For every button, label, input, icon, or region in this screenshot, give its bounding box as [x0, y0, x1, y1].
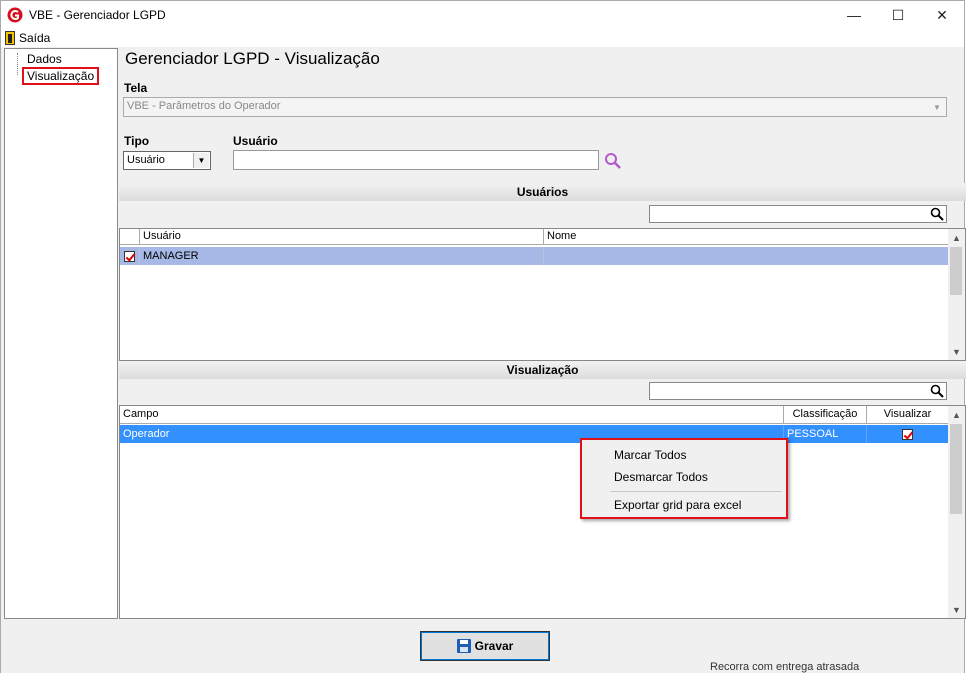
scroll-down-icon[interactable]: ▼ [948, 343, 965, 360]
column-header-visualizar[interactable]: Visualizar [867, 406, 949, 424]
row-select-cell[interactable] [120, 247, 140, 265]
scroll-up-icon[interactable]: ▲ [948, 406, 965, 423]
visualizacao-section-header: Visualização [119, 361, 966, 379]
scroll-up-icon[interactable]: ▲ [948, 229, 965, 246]
save-floppy-icon [456, 639, 471, 653]
cell-nome [544, 247, 949, 265]
visualizacao-scrollbar[interactable]: ▲ ▼ [948, 406, 965, 618]
usuarios-grid-header: Usuário Nome [120, 229, 949, 245]
checkbox-checked[interactable] [902, 428, 913, 440]
tree-item-visualizacao[interactable]: Visualização [22, 67, 100, 85]
menu-item-saida[interactable]: Saída [5, 30, 50, 46]
menu-item-desmarcar-todos[interactable]: Desmarcar Todos [614, 470, 708, 484]
main-window: VBE - Gerenciador LGPD — ☐ ✕ Saída Dados… [0, 0, 966, 673]
chevron-down-icon: ▼ [193, 153, 209, 168]
window-title: VBE - Gerenciador LGPD [29, 8, 166, 22]
menu-item-exportar-excel[interactable]: Exportar grid para excel [614, 498, 741, 512]
scroll-down-icon[interactable]: ▼ [948, 601, 965, 618]
maximize-icon: ☐ [891, 6, 905, 23]
column-header-campo[interactable]: Campo [120, 406, 784, 424]
minimize-icon: — [847, 7, 861, 23]
menu-separator [610, 491, 782, 492]
navigation-tree: Dados Visualização [4, 48, 118, 619]
table-row[interactable]: MANAGER [120, 247, 949, 265]
usuario-input[interactable] [233, 150, 599, 170]
page-title: Gerenciador LGPD - Visualização [125, 49, 380, 68]
visualizacao-grid: Campo Classificação Visualizar Operador … [119, 405, 966, 619]
column-header-nome[interactable]: Nome [544, 229, 949, 245]
menu-bar: Saída [1, 29, 964, 47]
cell-usuario: MANAGER [140, 247, 544, 265]
maximize-button[interactable]: ☐ [875, 1, 921, 29]
cell-visualizar[interactable] [867, 425, 949, 443]
gravar-button[interactable]: Gravar [420, 631, 550, 661]
tipo-select-value: Usuário [127, 154, 165, 166]
tipo-label: Tipo [124, 134, 150, 148]
title-bar: VBE - Gerenciador LGPD — ☐ ✕ [1, 1, 964, 29]
gravar-label: Gravar [474, 639, 514, 653]
usuarios-filter-input[interactable] [649, 205, 947, 223]
column-header-classificacao[interactable]: Classificação [784, 406, 867, 424]
tree-item-dados[interactable]: Dados [27, 52, 62, 66]
search-icon[interactable] [930, 384, 944, 398]
visualizacao-grid-header: Campo Classificação Visualizar [120, 406, 949, 424]
search-icon[interactable] [603, 152, 623, 170]
visualizacao-filter-input[interactable] [649, 382, 947, 400]
tela-select-value: VBE - Parâmetros do Operador [127, 100, 281, 112]
exit-door-icon [5, 31, 15, 45]
usuario-label: Usuário [233, 134, 278, 148]
tela-select[interactable]: VBE - Parâmetros do Operador ▼ [123, 97, 947, 117]
tree-connector-line [17, 53, 18, 75]
usuarios-grid: Usuário Nome MANAGER ▲ ▼ [119, 228, 966, 361]
tela-label: Tela [124, 81, 148, 95]
column-header-usuario[interactable]: Usuário [140, 229, 544, 245]
tipo-select[interactable]: Usuário ▼ [123, 151, 211, 170]
checkbox-checked[interactable] [124, 250, 135, 262]
search-icon[interactable] [930, 207, 944, 221]
context-menu: Marcar Todos Desmarcar Todos Exportar gr… [580, 438, 788, 519]
table-row[interactable]: Operador PESSOAL [120, 425, 949, 443]
scroll-thumb[interactable] [950, 247, 962, 295]
close-icon: ✕ [936, 6, 948, 23]
background-partial-text: Recorra com entrega atrasada [710, 661, 860, 673]
scroll-thumb[interactable] [950, 424, 962, 514]
close-button[interactable]: ✕ [919, 1, 965, 29]
menu-saida-label: Saída [19, 31, 51, 45]
usuarios-section-header: Usuários [119, 183, 966, 201]
usuarios-scrollbar[interactable]: ▲ ▼ [948, 229, 965, 360]
app-logo-icon [7, 7, 23, 23]
header-select-column [120, 229, 140, 245]
menu-item-marcar-todos[interactable]: Marcar Todos [614, 448, 686, 462]
cell-classificacao: PESSOAL [784, 425, 867, 443]
minimize-button[interactable]: — [831, 1, 877, 29]
chevron-down-icon: ▼ [933, 102, 941, 112]
